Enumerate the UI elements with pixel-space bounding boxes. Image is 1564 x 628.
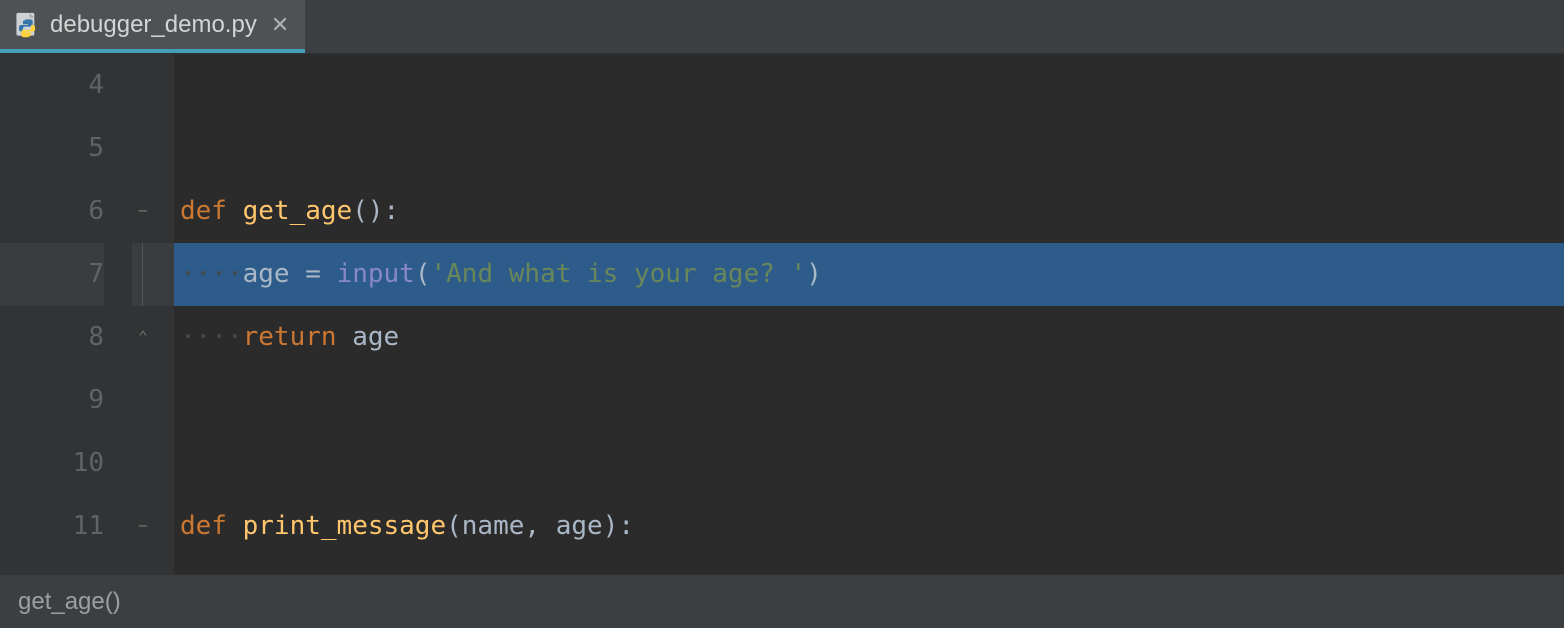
tab-filename: debugger_demo.py [50,11,257,39]
fold-toggle-icon[interactable]: − [134,202,152,220]
fold-end-icon: ⌃ [134,328,152,346]
python-file-icon [14,12,40,38]
tab-debugger-demo[interactable]: debugger_demo.py ✕ [0,0,305,53]
breadcrumb[interactable]: get_age() [0,574,1564,628]
fold-gutter: − ⌃ − [132,54,174,574]
code-line[interactable] [174,117,1564,180]
execution-line[interactable]: ····age = input('And what is your age? '… [174,243,1564,306]
fold-toggle-icon[interactable]: − [134,517,152,535]
line-number: 4 [0,54,104,117]
breadcrumb-context: get_age() [18,588,121,615]
code-line[interactable]: def print_message(name, age): [174,495,1564,558]
code-line[interactable] [174,369,1564,432]
line-number: 5 [0,117,104,180]
line-number: 6 [0,180,104,243]
line-number-gutter: 4 5 6 7 8 9 10 11 [0,54,132,574]
close-icon[interactable]: ✕ [267,14,289,36]
tab-bar: debugger_demo.py ✕ [0,0,1564,54]
line-number: 7 [0,243,104,306]
code-line[interactable] [174,54,1564,117]
line-number: 8 [0,306,104,369]
code-line[interactable] [174,432,1564,495]
code-line[interactable]: ····return age [174,306,1564,369]
code-area[interactable]: def get_age(): ····age = input('And what… [174,54,1564,574]
code-line[interactable]: def get_age(): [174,180,1564,243]
line-number: 10 [0,432,104,495]
line-number: 11 [0,495,104,558]
line-number: 9 [0,369,104,432]
code-editor[interactable]: 4 5 6 7 8 9 10 11 − ⌃ − def get_age(): ·… [0,54,1564,574]
